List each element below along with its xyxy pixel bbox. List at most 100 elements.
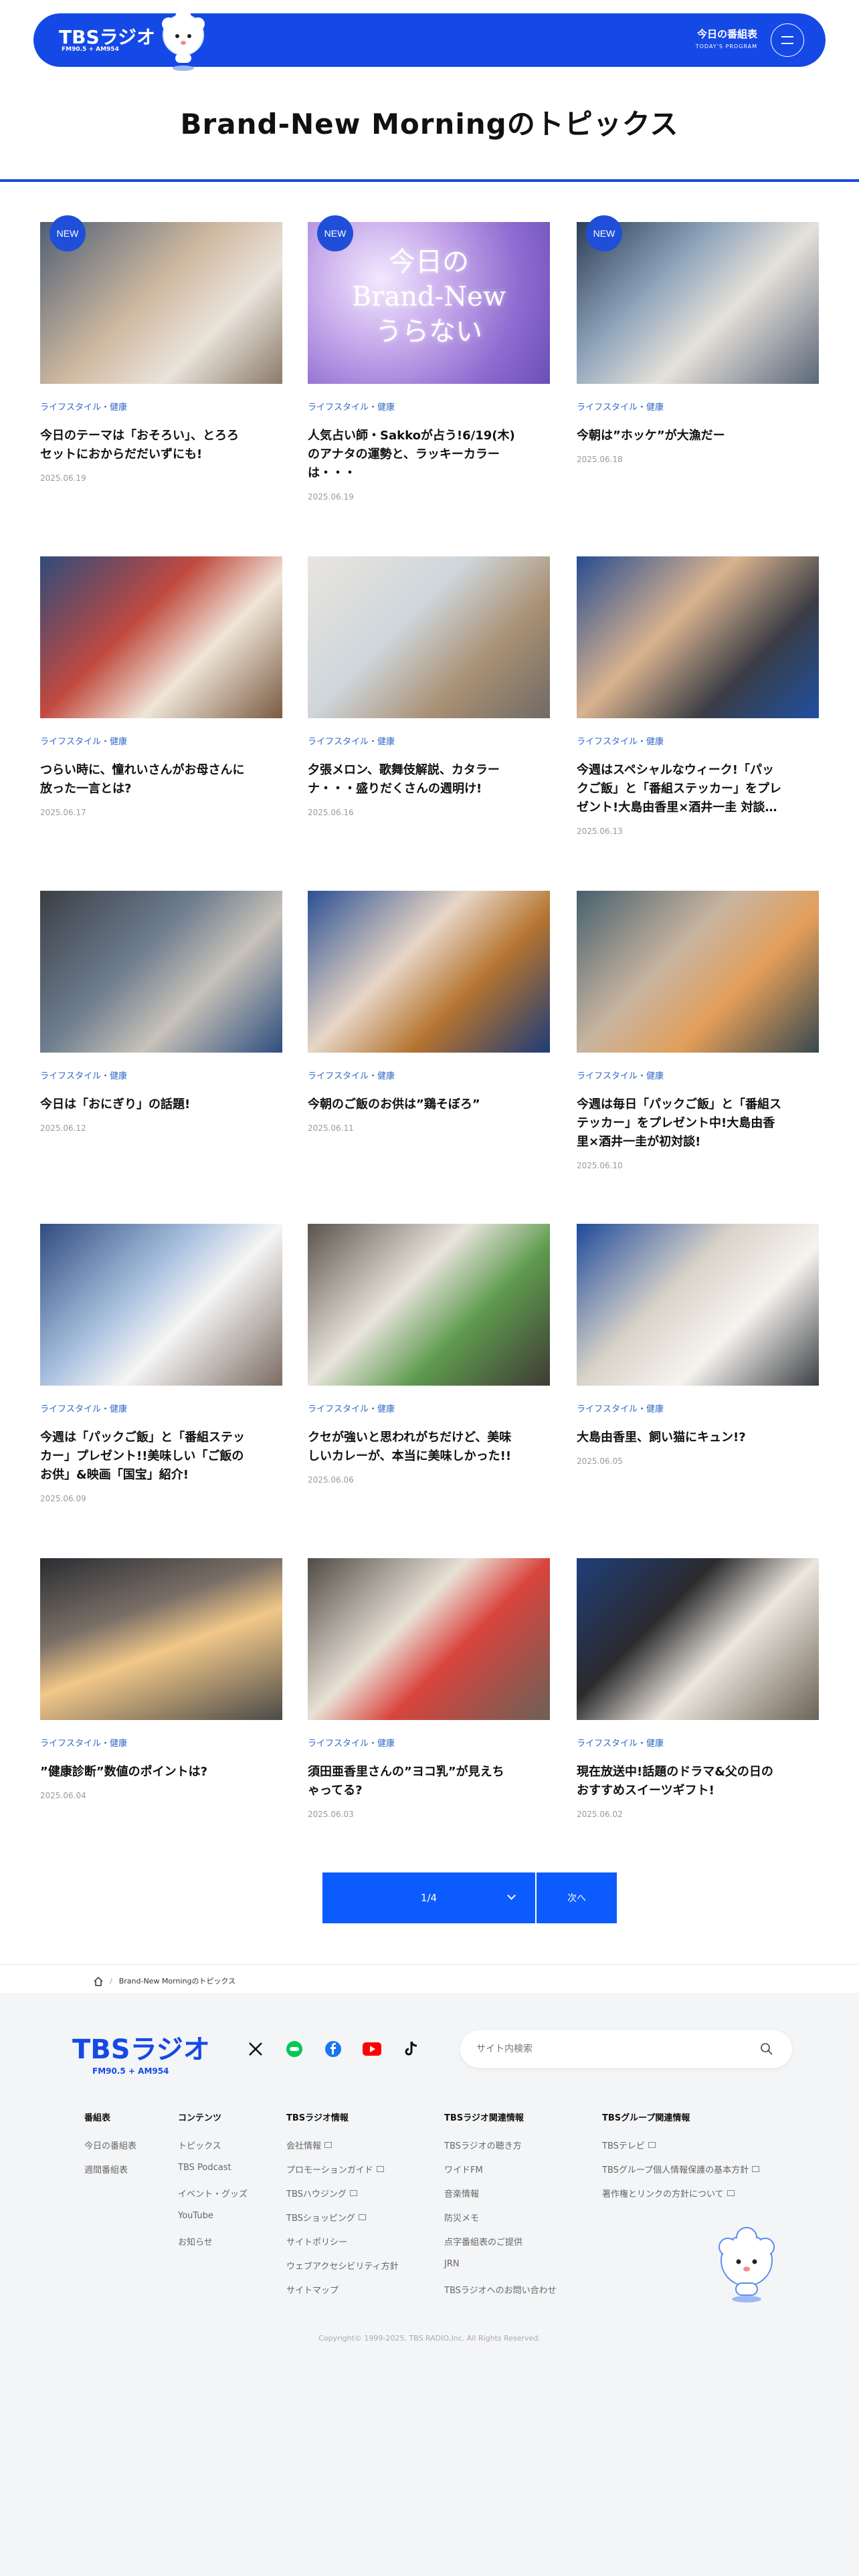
article-category[interactable]: ライフスタイル・健康 [308, 1736, 395, 1749]
article-card[interactable]: ライフスタイル・健康夕張メロン、歌舞伎解説、カタラー ナ・・・盛りだくさんの週明け… [308, 556, 550, 851]
footer-link[interactable]: 今日の番組表 [84, 2139, 136, 2151]
article-card[interactable]: ライフスタイル・健康 今朝のご飯のお供は”鶏そぼろ” 2025.06.11 [308, 891, 550, 1185]
footer-link[interactable]: 週間番組表 [84, 2163, 128, 2175]
article-category[interactable]: ライフスタイル・健康 [308, 734, 395, 747]
article-title[interactable]: ”健康診断”数値のポイントは? [40, 1763, 282, 1782]
article-title[interactable]: 須田亜香里さんの”ヨコ乳”が見えち ゃってる? [308, 1763, 550, 1800]
tiktok-icon[interactable] [401, 2040, 420, 2058]
youtube-icon[interactable] [363, 2040, 381, 2058]
article-card[interactable]: ライフスタイル・健康 つらい時に、憧れいさんがお母さんに 放った一言とは? 2025.… [40, 556, 282, 851]
article-title[interactable]: 今日のテーマは「おそろい」、とろろ セットにおからだだいずにも! [40, 427, 282, 464]
article-card[interactable]: ライフスタイル・健康 須田亜香里さんの”ヨコ乳”が見えち ゃってる? 2025.06.… [308, 1558, 550, 1852]
article-thumbnail[interactable] [40, 1558, 282, 1720]
footer-link[interactable]: お知らせ [178, 2235, 213, 2248]
x-icon[interactable] [246, 2040, 265, 2058]
footer-link[interactable]: 著作権とリンクの方針について [602, 2187, 735, 2199]
article-thumbnail[interactable] [308, 1224, 550, 1386]
footer-link[interactable]: 音楽情報 [444, 2187, 479, 2199]
footer-link[interactable]: TBSテレビ [602, 2139, 656, 2151]
site-search[interactable] [460, 2030, 792, 2068]
footer-link-label: TBSテレビ [602, 2141, 645, 2151]
article-thumbnail[interactable] [40, 891, 282, 1053]
footer-link[interactable]: 会社情報 [286, 2139, 332, 2151]
footer-link[interactable]: サイトマップ [286, 2283, 339, 2296]
article-category[interactable]: ライフスタイル・健康 [577, 1069, 664, 1081]
menu-button[interactable] [771, 23, 804, 57]
article-card[interactable]: NEW ライフスタイル・健康 今朝は”ホッケ”が大漁だー 2025.06.18 [577, 215, 819, 516]
article-card[interactable]: ライフスタイル・健康 大島由香里、飼い猫にキュン!? 2025.06.05 [577, 1224, 819, 1518]
footer-link[interactable]: YouTube [178, 2211, 213, 2221]
footer-link[interactable]: ウェブアクセシビリティ方針 [286, 2259, 399, 2272]
footer-link[interactable]: サイトポリシー [286, 2235, 347, 2248]
article-category[interactable]: ライフスタイル・健康 [40, 1736, 127, 1749]
article-title[interactable]: 現在放送中!話題のドラマ&父の日の おすすめスイーツギフト! [577, 1763, 819, 1800]
article-title[interactable]: クセが強いと思われがちだけど、美味 しいカレーが、本当に美味しかった!! [308, 1428, 550, 1466]
article-card[interactable]: NEW ライフスタイル・健康 今日のテーマは「おそろい」、とろろ セットにおからだだい… [40, 215, 282, 516]
article-card[interactable]: ライフスタイル・健康今週は毎日「パックご飯」と「番組ス テッカー」をプレゼント中!… [577, 891, 819, 1185]
article-title[interactable]: つらい時に、憧れいさんがお母さんに 放った一言とは? [40, 761, 282, 798]
article-category[interactable]: ライフスタイル・健康 [577, 1736, 664, 1749]
article-title[interactable]: 今週は「パックご飯」と「番組ステッ カー」プレゼント!!美味しい「ご飯の お供」&映… [40, 1428, 282, 1485]
article-title[interactable]: 今朝のご飯のお供は”鶏そぼろ” [308, 1095, 550, 1114]
article-date: 2025.06.09 [40, 1494, 86, 1503]
article-title[interactable]: 今週はスペシャルなウィーク!「パッ クご飯」と「番組ステッカー」をプレ ゼント!大島… [577, 761, 819, 817]
footer-link[interactable]: 防災メモ [444, 2211, 479, 2224]
footer-link[interactable]: TBSラジオへのお問い合わせ [444, 2283, 557, 2296]
article-card[interactable]: ライフスタイル・健康 ”健康診断”数値のポイントは? 2025.06.04 [40, 1558, 282, 1852]
footer-link[interactable]: JRN [444, 2259, 460, 2269]
today-program-link[interactable]: 今日の番組表 TODAY'S PROGRAM [677, 27, 757, 53]
article-card[interactable]: ライフスタイル・健康 現在放送中!話題のドラマ&父の日の おすすめスイーツギフト! 2… [577, 1558, 819, 1852]
next-page-button[interactable]: 次へ [537, 1872, 617, 1923]
footer-link[interactable]: TBSハウジング [286, 2187, 357, 2199]
footer-link[interactable]: ワイドFM [444, 2163, 483, 2175]
footer-link[interactable]: TBSショッピング [286, 2211, 366, 2224]
article-category[interactable]: ライフスタイル・健康 [577, 734, 664, 747]
article-thumbnail[interactable] [308, 556, 550, 718]
article-thumbnail[interactable] [308, 891, 550, 1053]
article-thumbnail[interactable] [40, 556, 282, 718]
article-category[interactable]: ライフスタイル・健康 [40, 400, 127, 413]
article-thumbnail[interactable] [577, 1224, 819, 1386]
article-card[interactable]: ライフスタイル・健康クセが強いと思われがちだけど、美味 しいカレーが、本当に美味し… [308, 1224, 550, 1518]
article-thumbnail[interactable] [308, 1558, 550, 1720]
site-logo[interactable]: TBSラジオ FM90.5 + AM954 [59, 23, 155, 58]
footer-link[interactable]: プロモーションガイド [286, 2163, 384, 2175]
article-category[interactable]: ライフスタイル・健康 [308, 400, 395, 413]
article-title[interactable]: 今週は毎日「パックご飯」と「番組ス テッカー」をプレゼント中!大島由香 里×酒井一圭… [577, 1095, 819, 1152]
article-title[interactable]: 夕張メロン、歌舞伎解説、カタラー ナ・・・盛りだくさんの週明け! [308, 761, 550, 798]
facebook-icon[interactable] [324, 2040, 343, 2058]
home-icon[interactable] [94, 1976, 103, 1986]
page-select[interactable]: 1/4 [322, 1872, 535, 1923]
article-card[interactable]: 今日の Brand-New うらない NEW ライフスタイル・健康 人気占い師・Sakko… [308, 215, 550, 516]
footer-link[interactable]: TBS Podcast [178, 2163, 231, 2173]
footer-link[interactable]: TBSラジオの聴き方 [444, 2139, 522, 2151]
search-icon[interactable] [760, 2042, 773, 2056]
article-title[interactable]: 大島由香里、飼い猫にキュン!? [577, 1428, 819, 1447]
footer-link[interactable]: トピックス [178, 2139, 221, 2151]
thumbnail-caption-line: 今日の [389, 247, 469, 278]
article-card[interactable]: ライフスタイル・健康今週は「パックご飯」と「番組ステッ カー」プレゼント!!美味し… [40, 1224, 282, 1518]
article-card[interactable]: ライフスタイル・健康 今日は「おにぎり」の話題! 2025.06.12 [40, 891, 282, 1185]
article-thumbnail[interactable] [577, 891, 819, 1053]
article-category[interactable]: ライフスタイル・健康 [40, 734, 127, 747]
search-input[interactable] [476, 2040, 744, 2058]
article-category[interactable]: ライフスタイル・健康 [308, 1069, 395, 1081]
article-thumbnail[interactable] [577, 556, 819, 718]
footer-link[interactable]: TBSグループ個人情報保護の基本方針 [602, 2163, 760, 2175]
article-category[interactable]: ライフスタイル・健康 [40, 1069, 127, 1081]
article-title[interactable]: 人気占い師・Sakkoが占う!6/19(木) のアナタの運勢と、ラッキーカラー は・… [308, 427, 550, 483]
article-title[interactable]: 今日は「おにぎり」の話題! [40, 1095, 282, 1114]
article-category[interactable]: ライフスタイル・健康 [308, 1402, 395, 1414]
article-thumbnail[interactable] [40, 1224, 282, 1386]
copyright: Copyright© 1999-2025, TBS RADIO,Inc. All… [318, 2334, 541, 2343]
article-category[interactable]: ライフスタイル・健康 [577, 1402, 664, 1414]
article-category[interactable]: ライフスタイル・健康 [577, 400, 664, 413]
article-category[interactable]: ライフスタイル・健康 [40, 1402, 127, 1414]
article-card[interactable]: ライフスタイル・健康今週はスペシャルなウィーク!「パッ クご飯」と「番組ステッカー… [577, 556, 819, 851]
footer-link[interactable]: 点字番組表のご提供 [444, 2235, 522, 2248]
line-icon[interactable] [285, 2040, 304, 2058]
article-thumbnail[interactable] [577, 1558, 819, 1720]
footer-link[interactable]: イベント・グッズ [178, 2187, 248, 2199]
article-title[interactable]: 今朝は”ホッケ”が大漁だー [577, 427, 819, 445]
footer-logo[interactable]: TBSラジオ FM90.5 + AM954 [72, 2028, 219, 2076]
